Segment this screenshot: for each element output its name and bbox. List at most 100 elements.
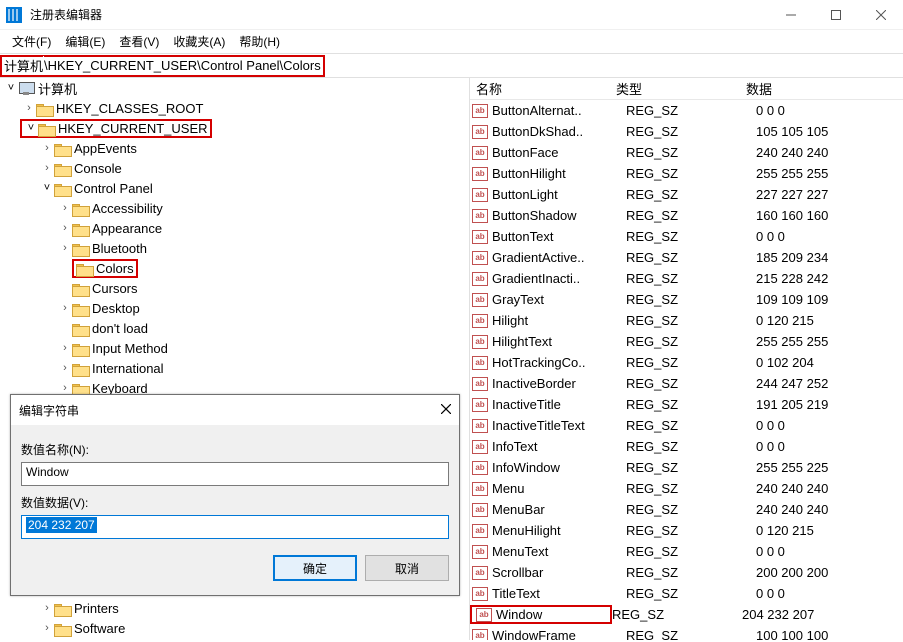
chevron-right-icon[interactable]: › bbox=[58, 242, 72, 254]
close-button[interactable] bbox=[858, 0, 903, 30]
value-row[interactable]: abInfoWindowREG_SZ255 255 225 bbox=[470, 457, 903, 478]
value-row[interactable]: abInfoTextREG_SZ0 0 0 bbox=[470, 436, 903, 457]
menu-help[interactable]: 帮助(H) bbox=[233, 31, 286, 52]
menu-favorites[interactable]: 收藏夹(A) bbox=[167, 31, 231, 52]
col-name[interactable]: 名称 bbox=[470, 79, 610, 98]
value-type: REG_SZ bbox=[626, 292, 756, 307]
value-row[interactable]: abWindowFrameREG_SZ100 100 100 bbox=[470, 625, 903, 640]
tree-item[interactable]: ›AppEvents bbox=[0, 138, 469, 158]
col-type[interactable]: 类型 bbox=[610, 79, 740, 98]
menu-view[interactable]: 查看(V) bbox=[113, 31, 165, 52]
tree-item[interactable]: ˅Control Panel bbox=[0, 178, 469, 198]
dialog-titlebar[interactable]: 编辑字符串 bbox=[11, 395, 459, 425]
value-row[interactable]: abButtonDkShad..REG_SZ105 105 105 bbox=[470, 121, 903, 142]
string-value-icon: ab bbox=[472, 587, 488, 601]
tree-root[interactable]: ˅ 计算机 bbox=[0, 78, 469, 98]
string-value-icon: ab bbox=[476, 608, 492, 622]
value-row[interactable]: abMenuBarREG_SZ240 240 240 bbox=[470, 499, 903, 520]
value-row[interactable]: abHilightREG_SZ0 120 215 bbox=[470, 310, 903, 331]
tree-item[interactable]: ›Software bbox=[0, 618, 469, 638]
value-data: 240 240 240 bbox=[756, 502, 903, 517]
value-data: 185 209 234 bbox=[756, 250, 903, 265]
chevron-right-icon[interactable]: › bbox=[40, 602, 54, 614]
value-row[interactable]: abScrollbarREG_SZ200 200 200 bbox=[470, 562, 903, 583]
tree-hkcr[interactable]: › HKEY_CLASSES_ROOT bbox=[0, 98, 469, 118]
tree-item-colors[interactable]: Colors bbox=[0, 258, 469, 278]
value-data: 244 247 252 bbox=[756, 376, 903, 391]
address-path: \HKEY_CURRENT_USER\Control Panel\Colors bbox=[44, 58, 321, 73]
chevron-right-icon[interactable]: › bbox=[58, 302, 72, 314]
value-row[interactable]: abMenuTextREG_SZ0 0 0 bbox=[470, 541, 903, 562]
value-row[interactable]: abGradientInacti..REG_SZ215 228 242 bbox=[470, 268, 903, 289]
value-row[interactable]: abButtonTextREG_SZ0 0 0 bbox=[470, 226, 903, 247]
tree-item[interactable]: Cursors bbox=[0, 278, 469, 298]
value-row[interactable]: abButtonHilightREG_SZ255 255 255 bbox=[470, 163, 903, 184]
value-name: GradientInacti.. bbox=[492, 271, 626, 286]
tree-item[interactable]: don't load bbox=[0, 318, 469, 338]
value-row[interactable]: abButtonShadowREG_SZ160 160 160 bbox=[470, 205, 903, 226]
value-data-input[interactable]: 204 232 207 bbox=[21, 515, 449, 539]
folder-icon bbox=[72, 202, 88, 215]
chevron-right-icon[interactable]: › bbox=[40, 622, 54, 634]
value-row[interactable]: abGradientActive..REG_SZ185 209 234 bbox=[470, 247, 903, 268]
chevron-right-icon[interactable]: › bbox=[22, 102, 36, 114]
tree-label: HKEY_CLASSES_ROOT bbox=[56, 101, 203, 116]
address-bar[interactable]: 计算机 \HKEY_CURRENT_USER\Control Panel\Col… bbox=[0, 54, 903, 78]
value-type: REG_SZ bbox=[626, 481, 756, 496]
value-name-input[interactable]: Window bbox=[21, 462, 449, 486]
value-row[interactable]: abButtonLightREG_SZ227 227 227 bbox=[470, 184, 903, 205]
tree-item[interactable]: ›Printers bbox=[0, 598, 469, 618]
value-name: ButtonAlternat.. bbox=[492, 103, 626, 118]
value-row[interactable]: abMenuHilightREG_SZ0 120 215 bbox=[470, 520, 903, 541]
chevron-right-icon[interactable]: › bbox=[58, 382, 72, 394]
chevron-right-icon[interactable]: › bbox=[40, 142, 54, 154]
tree-item[interactable]: ›Bluetooth bbox=[0, 238, 469, 258]
dialog-close-button[interactable] bbox=[441, 403, 451, 417]
tree-item[interactable]: ›Desktop bbox=[0, 298, 469, 318]
menu-file[interactable]: 文件(F) bbox=[6, 31, 57, 52]
value-row[interactable]: abTitleTextREG_SZ0 0 0 bbox=[470, 583, 903, 604]
tree-item[interactable]: ›International bbox=[0, 358, 469, 378]
value-row[interactable]: abHotTrackingCo..REG_SZ0 102 204 bbox=[470, 352, 903, 373]
value-name: Menu bbox=[492, 481, 626, 496]
tree-hkcu[interactable]: ˅ HKEY_CURRENT_USER bbox=[0, 118, 469, 138]
folder-icon bbox=[54, 622, 70, 635]
chevron-right-icon[interactable]: › bbox=[58, 222, 72, 234]
tree-item[interactable]: ›Appearance bbox=[0, 218, 469, 238]
chevron-right-icon[interactable]: › bbox=[58, 342, 72, 354]
ok-button[interactable]: 确定 bbox=[273, 555, 357, 581]
maximize-button[interactable] bbox=[813, 0, 858, 30]
value-name: GrayText bbox=[492, 292, 626, 307]
value-row[interactable]: abInactiveTitleTextREG_SZ0 0 0 bbox=[470, 415, 903, 436]
menu-edit[interactable]: 编辑(E) bbox=[59, 31, 111, 52]
folder-icon bbox=[72, 302, 88, 315]
values-panel[interactable]: 名称 类型 数据 abButtonAlternat..REG_SZ0 0 0ab… bbox=[470, 78, 903, 640]
chevron-right-icon[interactable]: › bbox=[40, 162, 54, 174]
chevron-down-icon[interactable]: ˅ bbox=[40, 182, 54, 194]
chevron-down-icon[interactable]: ˅ bbox=[24, 122, 38, 134]
folder-icon bbox=[36, 102, 52, 115]
value-row[interactable]: abInactiveTitleREG_SZ191 205 219 bbox=[470, 394, 903, 415]
chevron-right-icon[interactable]: › bbox=[58, 362, 72, 374]
value-type: REG_SZ bbox=[626, 313, 756, 328]
value-row[interactable]: abButtonAlternat..REG_SZ0 0 0 bbox=[470, 100, 903, 121]
value-type: REG_SZ bbox=[626, 586, 756, 601]
value-row[interactable]: abMenuREG_SZ240 240 240 bbox=[470, 478, 903, 499]
title-bar: 注册表编辑器 bbox=[0, 0, 903, 30]
tree-item[interactable]: ›Console bbox=[0, 158, 469, 178]
value-row[interactable]: abButtonFaceREG_SZ240 240 240 bbox=[470, 142, 903, 163]
tree-item[interactable]: ›Accessibility bbox=[0, 198, 469, 218]
string-value-icon: ab bbox=[472, 440, 488, 454]
value-row[interactable]: abInactiveBorderREG_SZ244 247 252 bbox=[470, 373, 903, 394]
value-data: 240 240 240 bbox=[756, 145, 903, 160]
chevron-right-icon[interactable]: › bbox=[58, 202, 72, 214]
value-row[interactable]: abWindowREG_SZ204 232 207 bbox=[470, 604, 903, 625]
cancel-button[interactable]: 取消 bbox=[365, 555, 449, 581]
value-name: GradientActive.. bbox=[492, 250, 626, 265]
value-row[interactable]: abGrayTextREG_SZ109 109 109 bbox=[470, 289, 903, 310]
chevron-down-icon[interactable]: ˅ bbox=[4, 82, 18, 94]
col-data[interactable]: 数据 bbox=[740, 79, 903, 98]
value-row[interactable]: abHilightTextREG_SZ255 255 255 bbox=[470, 331, 903, 352]
minimize-button[interactable] bbox=[768, 0, 813, 30]
tree-item[interactable]: ›Input Method bbox=[0, 338, 469, 358]
